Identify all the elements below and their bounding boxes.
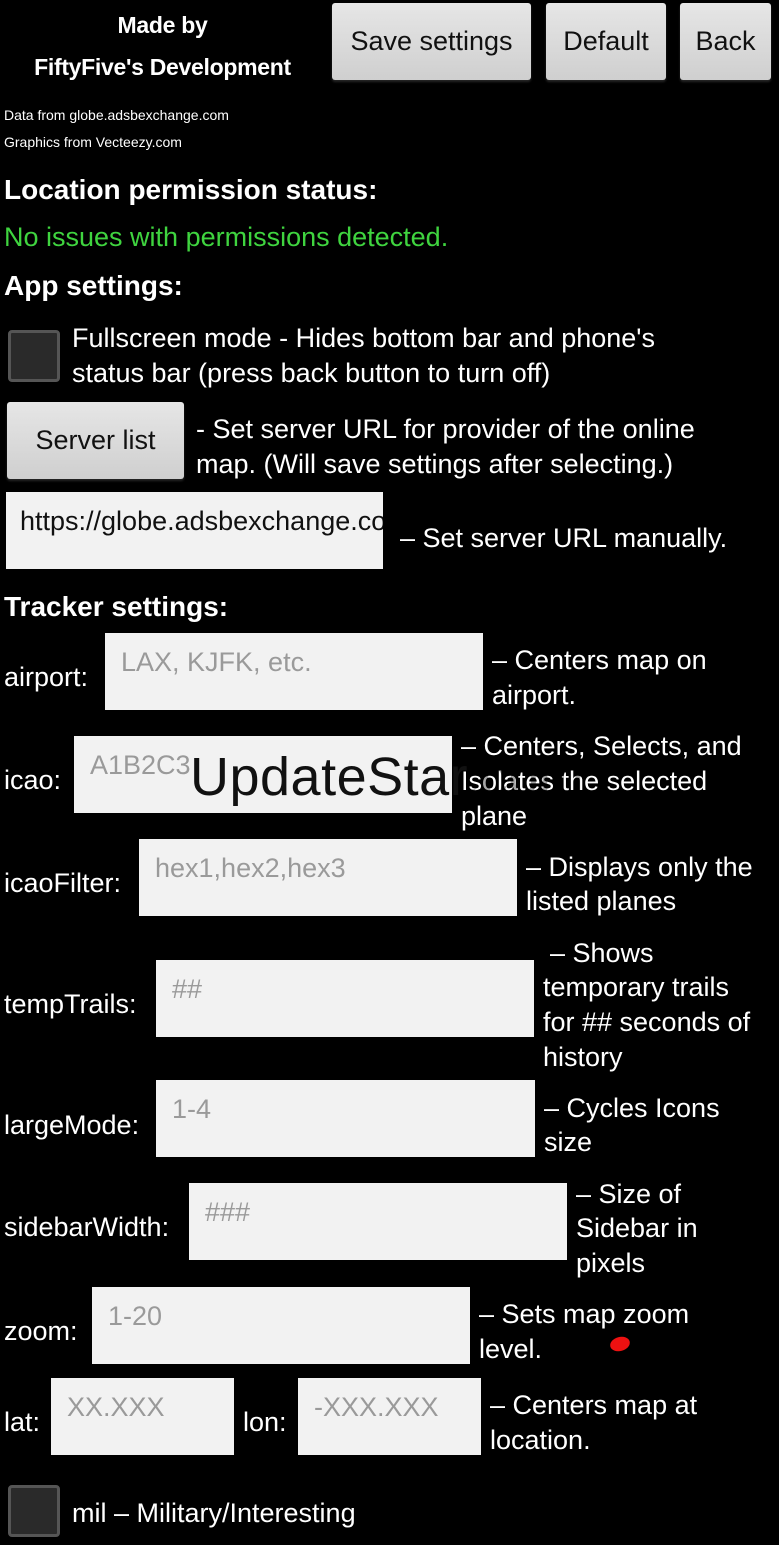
developer-name: FiftyFive's Development <box>34 54 291 80</box>
temp-trails-desc-line3: for ## seconds of <box>543 1007 751 1037</box>
back-button[interactable]: Back <box>680 3 771 80</box>
icao-filter-label: icaoFilter: <box>4 868 122 898</box>
mil-label: mil – Military/Interesting <box>72 1498 356 1528</box>
latlon-desc-line1: – Centers map at <box>490 1390 698 1420</box>
icao-input[interactable]: A1B2C3 <box>74 736 452 813</box>
zoom-input[interactable]: 1-20 <box>92 1287 470 1364</box>
temp-trails-desc-line2: temporary trails <box>543 972 730 1002</box>
icao-filter-desc-line1: – Displays only the <box>526 852 753 882</box>
icao-desc-line3: plane <box>461 801 528 831</box>
fullscreen-label-line1: Fullscreen mode - Hides bottom bar and p… <box>72 323 655 353</box>
sidebar-width-label: sidebarWidth: <box>4 1212 170 1242</box>
airport-label: airport: <box>4 662 89 692</box>
fullscreen-label-line2: status bar (press back button to turn of… <box>72 358 551 388</box>
large-mode-desc-line1: – Cycles Icons <box>544 1093 720 1123</box>
default-button[interactable]: Default <box>546 3 666 80</box>
location-heading: Location permission status: <box>4 174 378 205</box>
zoom-label: zoom: <box>4 1316 78 1346</box>
graphics-credit: Graphics from Vecteezy.com <box>4 134 182 150</box>
sidebar-width-desc-line3: pixels <box>576 1248 646 1278</box>
made-by-label: Made by <box>117 12 208 38</box>
large-mode-input[interactable]: 1-4 <box>156 1080 535 1157</box>
lat-input[interactable]: XX.XXX <box>51 1378 234 1455</box>
lon-label: lon: <box>243 1407 287 1437</box>
mil-checkbox[interactable] <box>8 1485 60 1537</box>
temp-trails-desc-line1: – Shows <box>550 938 654 968</box>
server-list-desc-line1: - Set server URL for provider of the onl… <box>196 414 695 444</box>
lat-label: lat: <box>4 1407 41 1437</box>
tracker-settings-heading: Tracker settings: <box>4 591 229 622</box>
sidebar-width-input[interactable]: ### <box>189 1183 567 1260</box>
server-list-button[interactable]: Server list <box>7 402 184 479</box>
latlon-desc-line2: location. <box>490 1425 591 1455</box>
temp-trails-desc-line4: history <box>543 1042 623 1072</box>
large-mode-label: largeMode: <box>4 1110 140 1140</box>
icao-label: icao: <box>4 765 62 795</box>
permission-status: No issues with permissions detected. <box>4 222 449 252</box>
server-url-desc: – Set server URL manually. <box>400 523 728 553</box>
temp-trails-label: tempTrails: <box>4 989 137 1019</box>
icao-desc-line2: Isolates the selected <box>461 766 708 796</box>
fullscreen-checkbox[interactable] <box>8 330 60 382</box>
zoom-desc-line2: level. <box>479 1334 543 1364</box>
temp-trails-input[interactable]: ## <box>156 960 534 1037</box>
server-url-input[interactable]: https://globe.adsbexchange.com <box>6 492 383 569</box>
save-settings-button[interactable]: Save settings <box>332 3 531 80</box>
zoom-desc-line1: – Sets map zoom <box>479 1299 690 1329</box>
app-settings-heading: App settings: <box>4 270 183 301</box>
sidebar-width-desc-line2: Sidebar in <box>576 1213 698 1243</box>
touch-indicator-dot <box>608 1334 632 1354</box>
icao-filter-desc-line2: listed planes <box>526 886 677 916</box>
airport-desc-line2: airport. <box>492 680 577 710</box>
sidebar-width-desc-line1: – Size of <box>576 1179 682 1209</box>
data-source-credit: Data from globe.adsbexchange.com <box>4 107 229 123</box>
icao-desc-line1: – Centers, Selects, and <box>461 731 742 761</box>
icao-filter-input[interactable]: hex1,hex2,hex3 <box>139 839 517 916</box>
lon-input[interactable]: -XXX.XXX <box>298 1378 481 1455</box>
server-list-desc-line2: map. (Will save settings after selecting… <box>196 449 674 479</box>
large-mode-desc-line2: size <box>544 1127 593 1157</box>
airport-input[interactable]: LAX, KJFK, etc. <box>105 633 483 710</box>
airport-desc-line1: – Centers map on <box>492 645 707 675</box>
